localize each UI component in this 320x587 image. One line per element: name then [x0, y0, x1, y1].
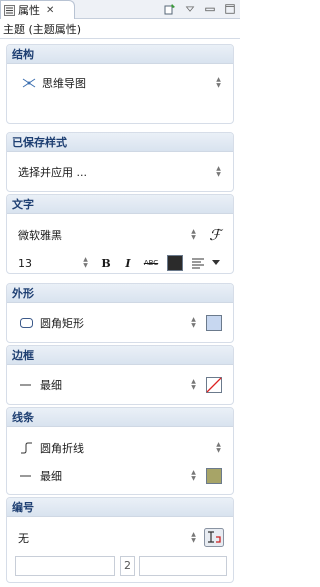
text-color-swatch[interactable] [167, 255, 183, 271]
font-family-value: 微软雅黑 [18, 229, 62, 242]
elbow-line-icon [21, 442, 32, 454]
saved-style-value: 选择并应用 ... [18, 166, 87, 179]
section-text: 文字 微软雅黑 ▲ ▼ ℱ 13 ▲ ▼ B I ABC [6, 194, 234, 274]
border-color-swatch[interactable] [206, 377, 222, 393]
line-shape-value: 圆角折线 [40, 442, 84, 455]
properties-icon [4, 4, 15, 16]
font-dialog-button[interactable]: ℱ [207, 226, 223, 244]
shape-select[interactable]: 圆角矩形 ▲ ▼ [7, 313, 233, 333]
line-width-select[interactable]: 最细 ▲ ▼ [7, 466, 233, 486]
line-color-swatch[interactable] [206, 468, 222, 484]
view-menu-icon[interactable] [183, 2, 197, 16]
section-title: 线条 [7, 408, 233, 427]
dropdown-arrows-icon[interactable]: ▲ ▼ [214, 441, 223, 455]
tab-properties[interactable]: 属性 ✕ [0, 0, 75, 19]
line-thin-icon [20, 384, 31, 386]
pin-icon[interactable] [163, 2, 177, 16]
shape-value: 圆角矩形 [40, 317, 84, 330]
saved-style-select[interactable]: 选择并应用 ... ▲ ▼ [7, 162, 233, 182]
tab-label: 属性 [18, 4, 40, 17]
section-title: 边框 [7, 346, 233, 365]
numbering-suffix-input[interactable] [139, 556, 227, 576]
section-title: 编号 [7, 498, 233, 517]
dropdown-arrows-icon[interactable]: ▲ ▼ [189, 228, 198, 242]
font-family-select[interactable]: 微软雅黑 ▲ ▼ ℱ [7, 225, 233, 245]
dropdown-arrows-icon[interactable]: ▲ ▼ [189, 531, 198, 545]
dropdown-arrows-icon[interactable]: ▲ ▼ [189, 469, 198, 483]
structure-value: 思维导图 [42, 77, 86, 90]
chevron-down-icon[interactable] [212, 260, 220, 266]
fill-color-swatch[interactable] [206, 315, 222, 331]
structure-select[interactable]: 思维导图 ▲ ▼ [7, 73, 233, 93]
maximize-icon[interactable] [223, 2, 237, 16]
line-thin-icon [20, 475, 31, 477]
dropdown-arrows-icon[interactable]: ▲ ▼ [214, 165, 223, 179]
mindmap-icon [22, 78, 36, 88]
page-title: 主题 (主题属性) [0, 20, 240, 39]
numbering-prefix-input[interactable] [15, 556, 115, 576]
section-shape: 外形 圆角矩形 ▲ ▼ [6, 283, 234, 343]
bold-button[interactable]: B [99, 255, 113, 271]
view-tab-bar: 属性 ✕ [0, 0, 240, 19]
section-structure: 结构 思维导图 ▲ ▼ [6, 44, 234, 124]
rounded-rect-icon [20, 318, 33, 328]
section-saved-style: 已保存样式 选择并应用 ... ▲ ▼ [6, 132, 234, 192]
dropdown-arrows-icon[interactable]: ▲ ▼ [189, 316, 198, 330]
italic-button[interactable]: I [121, 255, 135, 271]
size-stepper-icon[interactable]: ▲ ▼ [81, 256, 90, 270]
line-shape-select[interactable]: 圆角折线 ▲ ▼ [7, 438, 233, 458]
border-width-select[interactable]: 最细 ▲ ▼ [7, 375, 233, 395]
dropdown-arrows-icon[interactable]: ▲ ▼ [214, 76, 223, 90]
section-border: 边框 最细 ▲ ▼ [6, 345, 234, 405]
close-icon[interactable]: ✕ [46, 5, 54, 16]
section-title: 结构 [7, 45, 233, 64]
section-numbering: 编号 无 ▲ ▼ 2 [6, 497, 234, 583]
section-title: 已保存样式 [7, 133, 233, 152]
section-line: 线条 圆角折线 ▲ ▼ 最细 ▲ ▼ [6, 407, 234, 495]
font-size-value[interactable]: 13 [18, 257, 32, 270]
numbering-separator-input[interactable]: 2 [120, 556, 135, 576]
section-title: 文字 [7, 195, 233, 214]
font-style-row: 13 ▲ ▼ B I ABC [7, 253, 233, 273]
numbering-select[interactable]: 无 ▲ ▼ [7, 528, 233, 548]
minimize-icon[interactable] [203, 2, 217, 16]
section-title: 外形 [7, 284, 233, 303]
align-icon[interactable] [191, 257, 205, 269]
numbering-value: 无 [18, 532, 29, 545]
strikethrough-button[interactable]: ABC [140, 255, 162, 271]
line-width-value: 最细 [40, 470, 62, 483]
border-value: 最细 [40, 379, 62, 392]
numbering-inherit-icon[interactable] [204, 528, 224, 547]
dropdown-arrows-icon[interactable]: ▲ ▼ [189, 378, 198, 392]
